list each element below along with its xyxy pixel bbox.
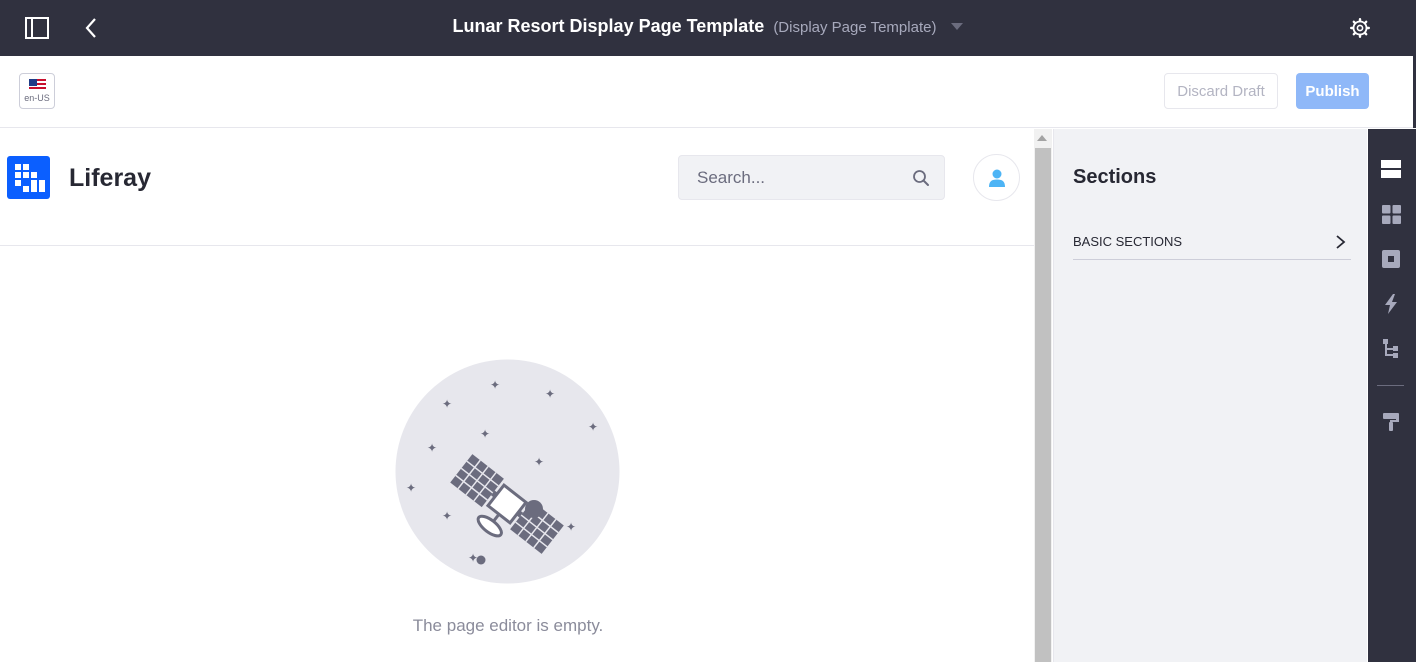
- user-icon: [988, 169, 1005, 187]
- site-header: Liferay: [0, 129, 1034, 246]
- canvas-scrollbar[interactable]: [1034, 129, 1052, 662]
- page-type: (Display Page Template): [773, 19, 937, 36]
- empty-state-message: The page editor is empty.: [412, 616, 604, 635]
- caret-down-icon[interactable]: [951, 22, 964, 30]
- sidebar-panel-title: Sections: [1073, 166, 1157, 188]
- sidebar-tabs: [1368, 129, 1416, 662]
- basic-sections-label: BASIC SECTIONS: [1073, 234, 1183, 249]
- search-icon[interactable]: [912, 169, 930, 187]
- widgets-icon[interactable]: [1380, 248, 1402, 270]
- us-flag-icon: [28, 79, 46, 91]
- svg-text:✦: ✦: [480, 427, 490, 441]
- control-menu: Lunar Resort Display Page Template (Disp…: [0, 0, 1416, 56]
- fragments-icon[interactable]: [1380, 203, 1402, 225]
- page-title-group[interactable]: Lunar Resort Display Page Template (Disp…: [0, 14, 1416, 40]
- empty-state-satellite-illustration: ✦ ✦ ✦ ✦ ✦ ✦ ✦ ✦ ✦ ✦ ✦: [395, 359, 620, 584]
- basic-sections-collapse[interactable]: BASIC SECTIONS: [1073, 226, 1351, 260]
- gear-icon[interactable]: [1345, 13, 1375, 43]
- svg-text:✦: ✦: [427, 441, 437, 455]
- scroll-up-arrow-icon[interactable]: [1037, 135, 1047, 141]
- site-name[interactable]: Liferay: [69, 164, 151, 193]
- search-input[interactable]: [679, 156, 899, 199]
- svg-text:✦: ✦: [534, 455, 544, 469]
- page-structure-icon[interactable]: [1380, 338, 1402, 360]
- svg-text:✦: ✦: [442, 509, 452, 523]
- svg-text:✦: ✦: [406, 481, 416, 495]
- liferay-logo-icon[interactable]: [7, 156, 50, 199]
- svg-text:✦: ✦: [442, 397, 452, 411]
- theme-icon[interactable]: [1380, 411, 1402, 433]
- editor-toolbar: en-US Discard Draft Publish: [0, 56, 1416, 128]
- svg-text:✦: ✦: [490, 378, 500, 392]
- svg-text:✦: ✦: [566, 520, 576, 534]
- user-avatar-button[interactable]: [973, 154, 1020, 201]
- svg-text:✦: ✦: [545, 387, 555, 401]
- search-bar: [678, 155, 945, 200]
- mapping-icon[interactable]: [1380, 293, 1402, 315]
- publish-button[interactable]: Publish: [1296, 73, 1369, 109]
- language-selector[interactable]: en-US: [19, 73, 55, 109]
- sections-icon[interactable]: [1380, 158, 1402, 180]
- language-label: en-US: [24, 93, 50, 103]
- scroll-thumb[interactable]: [1035, 148, 1051, 662]
- svg-text:✦: ✦: [468, 551, 478, 565]
- sidebar-tabs-divider: [1377, 385, 1404, 386]
- chevron-right-icon: [1336, 235, 1346, 249]
- page-editor-canvas[interactable]: Liferay ✦ ✦ ✦ ✦ ✦ ✦ ✦ ✦ ✦ ✦ ✦: [0, 129, 1034, 662]
- svg-text:✦: ✦: [588, 420, 598, 434]
- sidebar-panel: Sections BASIC SECTIONS: [1053, 129, 1367, 662]
- page-title: Lunar Resort Display Page Template: [452, 16, 765, 36]
- discard-draft-button[interactable]: Discard Draft: [1164, 73, 1278, 109]
